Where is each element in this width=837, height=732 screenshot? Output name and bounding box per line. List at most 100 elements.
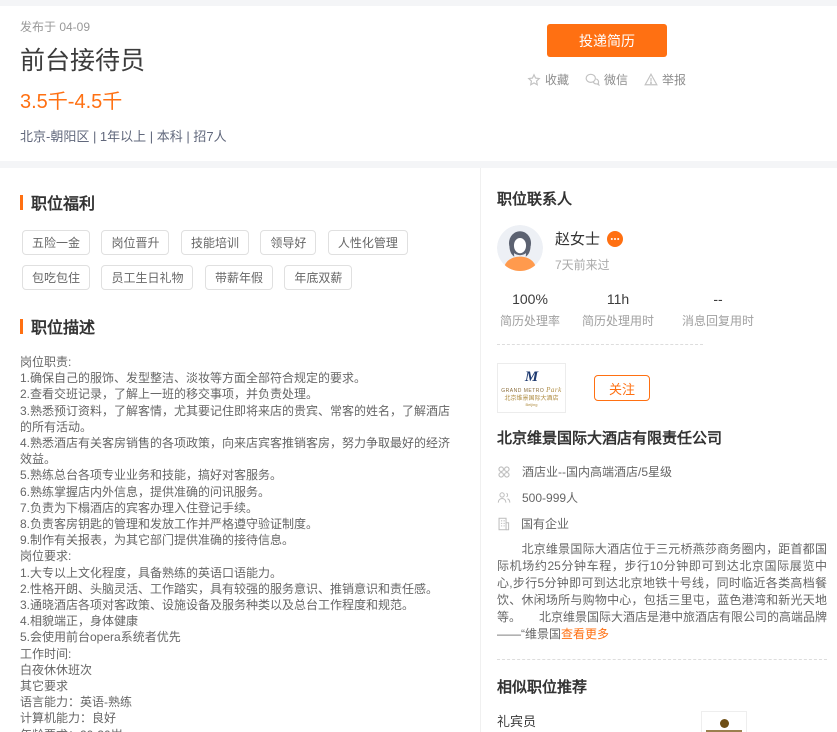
follow-button[interactable]: 关注 (594, 375, 650, 401)
job-detail-column: 职位福利 五险一金 岗位晋升 技能培训 领导好 人性化管理 包吃包住 员工生日礼… (0, 168, 481, 732)
company-description-text: 北京维景国际大酒店位于三元桥燕莎商务圈内，距首都国际机场约25分钟车程，步行10… (497, 542, 827, 641)
published-date: 发布于 04-09 (20, 18, 817, 35)
stat-label: 简历处理用时 (575, 312, 661, 329)
benefit-tag: 领导好 (260, 230, 316, 255)
benefit-tags: 五险一金 岗位晋升 技能培训 领导好 人性化管理 包吃包住 员工生日礼物 带薪年… (22, 230, 460, 300)
report-label: 举报 (662, 71, 686, 88)
benefits-section-header: 职位福利 (20, 190, 460, 214)
apply-resume-button[interactable]: 投递简历 (547, 24, 667, 57)
dashed-divider (497, 659, 827, 660)
side-column: 职位联系人 赵女士 7天前来过 100% (481, 168, 837, 732)
similar-jobs-list: 礼宾员 3千-4千 北京歌华开元大酒店 快捷服务中心服务员 3千-4千 北京歌华… (497, 709, 703, 732)
description-line: 4.相貌端正，身体健康 (20, 613, 460, 629)
page-title: 前台接待员 (20, 41, 817, 77)
similar-job-title: 礼宾员 (497, 711, 703, 730)
description-section-header: 职位描述 (20, 314, 460, 338)
company-description: 北京维景国际大酒店位于三元桥燕莎商务圈内，距首都国际机场约25分钟车程，步行10… (497, 541, 827, 643)
description-line: 6.熟练掌握店内外信息，提供准确的问讯服务。 (20, 484, 460, 500)
company-logo[interactable]: M GRAND METRO Park 北京维景国际大酒店 Beijing (497, 363, 566, 413)
logo-brand-sub: Beijing (525, 403, 537, 407)
report-button[interactable]: 举报 (644, 71, 686, 88)
company-header: M GRAND METRO Park 北京维景国际大酒店 Beijing 关注 (497, 363, 827, 413)
salary-range: 3.5千-4.5千 (20, 85, 817, 114)
benefit-tag: 岗位晋升 (101, 230, 169, 255)
logo-brand-cn: 北京维景国际大酒店 (504, 396, 558, 402)
description-line: 计算机能力：良好 (20, 710, 460, 726)
view-more-link[interactable]: 查看更多 (561, 627, 609, 641)
company-industry-text: 酒店业--国内高端酒店/5星级 (522, 463, 672, 480)
company-type: 国有企业 (497, 515, 827, 532)
favorite-label: 收藏 (545, 71, 569, 88)
description-line: 1.大专以上文化程度，具备熟练的英语口语能力。 (20, 565, 460, 581)
description-line: 3.熟悉预订资料，了解客情，尤其要记住即将来店的贵宾、常客的姓名，了解酒店的所有… (20, 403, 460, 435)
header-actions: 投递简历 收藏 微信 举报 (527, 24, 687, 88)
section-accent-bar (20, 195, 23, 210)
wechat-share-button[interactable]: 微信 (585, 71, 628, 88)
stat-value: -- (675, 291, 761, 307)
contact-stats: 100% 简历处理率 11h 简历处理用时 -- 消息回复用时 (499, 291, 827, 329)
description-line: 其它要求 (20, 678, 460, 694)
description-line: 2.性格开朗、头脑灵活、工作踏实，具有较强的服务意识、推销意识和责任感。 (20, 581, 460, 597)
description-line: 语言能力：英语-熟练 (20, 694, 460, 710)
contact-name: 赵女士 (555, 228, 600, 249)
industry-icon (497, 465, 511, 479)
section-accent-bar (20, 319, 23, 334)
description-line: 4.熟悉酒店有关客房销售的各项政策，向来店宾客推销客房，努力争取最好的经济效益。 (20, 435, 460, 467)
similar-job-logo (701, 711, 747, 732)
similar-job-item[interactable]: 礼宾员 3千-4千 北京歌华开元大酒店 (497, 709, 703, 732)
description-line: 岗位要求: (20, 548, 460, 564)
favorite-button[interactable]: 收藏 (527, 71, 569, 88)
job-meta: 北京-朝阳区 | 1年以上 | 本科 | 招7人 (20, 126, 817, 145)
stat-value: 11h (575, 291, 661, 307)
description-line: 5.会使用前台opera系统者优先 (20, 629, 460, 645)
description-line: 白夜休休班次 (20, 662, 460, 678)
company-size: 500-999人 (497, 489, 827, 506)
contact-section-title: 职位联系人 (497, 188, 827, 209)
logo-brand-en: GRAND METRO Park (501, 387, 562, 394)
stat-resume-rate: 100% 简历处理率 (499, 291, 561, 329)
similar-jobs-title: 相似职位推荐 (497, 676, 827, 697)
contact-card[interactable]: 赵女士 7天前来过 (497, 225, 827, 273)
stat-value: 100% (499, 291, 561, 307)
stat-reply-time: -- 消息回复用时 (675, 291, 761, 329)
benefit-tag: 包吃包住 (22, 265, 90, 290)
company-name[interactable]: 北京维景国际大酒店有限责任公司 (497, 427, 827, 448)
description-line: 3.通晓酒店各项对客政策、设施设备及服务种类以及总台工作程度和规范。 (20, 597, 460, 613)
benefit-tag: 员工生日礼物 (101, 265, 193, 290)
contact-last-seen: 7天前来过 (555, 256, 623, 273)
benefit-tag: 五险一金 (22, 230, 90, 255)
stat-label: 简历处理率 (499, 312, 561, 329)
company-size-text: 500-999人 (522, 489, 578, 506)
description-line: 年龄要求：20-30岁 (20, 727, 460, 732)
description-line: 1.确保自己的服饰、发型整洁、淡妆等方面全部符合规定的要求。 (20, 370, 460, 386)
description-line: 5.熟练总台各项专业业务和技能，搞好对客服务。 (20, 467, 460, 483)
benefit-tag: 带薪年假 (205, 265, 273, 290)
star-icon (527, 73, 541, 87)
logo-mark: M (525, 370, 538, 385)
building-icon (497, 517, 510, 531)
benefit-tag: 人性化管理 (328, 230, 408, 255)
benefit-tag: 技能培训 (181, 230, 249, 255)
job-description: 岗位职责: 1.确保自己的服饰、发型整洁、淡妆等方面全部符合规定的要求。 2.查… (20, 354, 460, 732)
description-title: 职位描述 (31, 314, 95, 338)
benefit-tag: 年底双薪 (284, 265, 352, 290)
job-header: 发布于 04-09 前台接待员 3.5千-4.5千 北京-朝阳区 | 1年以上 … (0, 6, 837, 161)
description-line: 8.负责客房钥匙的管理和发放工作并严格遵守验证制度。 (20, 516, 460, 532)
benefits-title: 职位福利 (31, 190, 95, 214)
company-industry: 酒店业--国内高端酒店/5星级 (497, 463, 827, 480)
description-line: 9.制作有关报表，为其它部门提供准确的接待信息。 (20, 532, 460, 548)
description-line: 2.查看交班记录，了解上一班的移交事项，并负责处理。 (20, 386, 460, 402)
wechat-icon (585, 73, 600, 86)
description-line: 工作时间: (20, 646, 460, 662)
chat-badge-icon[interactable] (607, 231, 623, 247)
people-icon (497, 491, 511, 504)
hotel-emblem-icon (720, 719, 729, 728)
company-type-text: 国有企业 (521, 515, 569, 532)
contact-avatar (497, 225, 543, 271)
description-line: 岗位职责: (20, 354, 460, 370)
stat-resume-time: 11h 简历处理用时 (575, 291, 661, 329)
header-divider-strip (0, 161, 837, 168)
description-line: 7.负责为下榻酒店的宾客办理入住登记手续。 (20, 500, 460, 516)
warning-icon (644, 73, 658, 86)
stat-label: 消息回复用时 (675, 312, 761, 329)
